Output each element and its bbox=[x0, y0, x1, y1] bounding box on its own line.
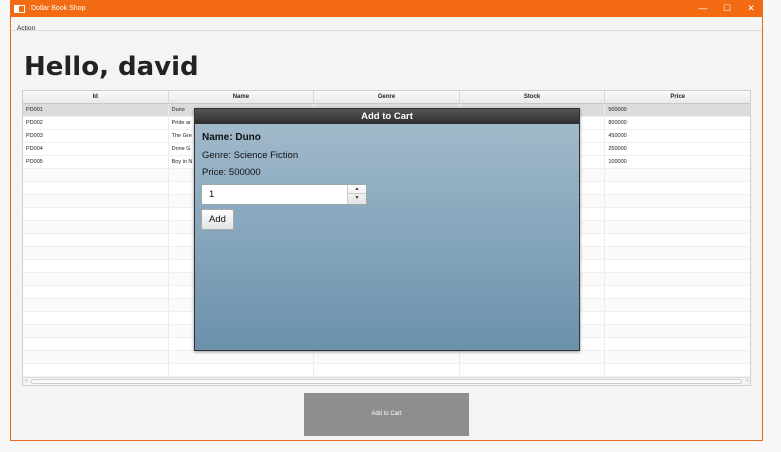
product-name-label: Name: Duno bbox=[202, 132, 261, 143]
maximize-button[interactable]: ☐ bbox=[715, 0, 739, 17]
empty-cell bbox=[605, 286, 750, 298]
add-button[interactable]: Add bbox=[201, 209, 234, 230]
window-controls: — ☐ ✕ bbox=[691, 0, 763, 17]
empty-cell bbox=[169, 364, 315, 376]
empty-cell bbox=[23, 247, 169, 259]
product-price-label: Price: 500000 bbox=[202, 167, 261, 178]
scrollbar-thumb[interactable] bbox=[31, 379, 742, 384]
empty-cell bbox=[605, 312, 750, 324]
empty-cell bbox=[23, 195, 169, 207]
empty-cell bbox=[605, 247, 750, 259]
empty-cell bbox=[23, 169, 169, 181]
table-cell: PD003 bbox=[23, 130, 169, 142]
empty-cell bbox=[23, 338, 169, 350]
empty-cell bbox=[23, 234, 169, 246]
table-cell: 100000 bbox=[608, 159, 627, 165]
table-cell: 500000 bbox=[608, 107, 627, 113]
empty-cell bbox=[605, 169, 750, 181]
empty-cell bbox=[23, 221, 169, 233]
empty-cell bbox=[23, 351, 169, 363]
product-genre-label: Genre: Science Fiction bbox=[202, 150, 299, 161]
menu-action[interactable]: Action bbox=[11, 22, 41, 35]
table-cell: 250000 bbox=[608, 146, 627, 152]
empty-cell bbox=[23, 286, 169, 298]
table-header: Id Name Genre Stock Price bbox=[23, 91, 750, 104]
increment-arrow-icon[interactable]: ▲ bbox=[348, 185, 366, 194]
minimize-button[interactable]: — bbox=[691, 0, 715, 17]
empty-cell bbox=[605, 234, 750, 246]
empty-cell bbox=[605, 299, 750, 311]
add-to-cart-button[interactable]: Add to Cart bbox=[304, 393, 469, 436]
empty-cell bbox=[169, 351, 315, 363]
table-cell: 450000 bbox=[608, 133, 627, 139]
table-cell: PD005 bbox=[23, 156, 169, 168]
app-icon bbox=[14, 4, 25, 13]
empty-table-row bbox=[23, 351, 750, 364]
empty-cell bbox=[23, 312, 169, 324]
quantity-stepper: ▲ ▼ bbox=[201, 184, 367, 205]
empty-cell bbox=[460, 351, 606, 363]
empty-cell bbox=[605, 325, 750, 337]
column-header-genre[interactable]: Genre bbox=[314, 91, 460, 103]
spinner-buttons: ▲ ▼ bbox=[347, 185, 366, 204]
greeting-heading: Hello, david bbox=[24, 52, 199, 82]
empty-cell bbox=[23, 299, 169, 311]
column-header-name[interactable]: Name bbox=[169, 91, 315, 103]
scroll-left-arrow[interactable]: ‹ bbox=[25, 378, 27, 385]
empty-cell bbox=[605, 364, 750, 376]
empty-cell bbox=[605, 182, 750, 194]
table-cell: 800000 bbox=[608, 120, 627, 126]
empty-cell bbox=[605, 273, 750, 285]
horizontal-scrollbar[interactable]: ‹ › bbox=[23, 377, 750, 385]
column-header-stock[interactable]: Stock bbox=[460, 91, 606, 103]
close-button[interactable]: ✕ bbox=[739, 0, 763, 17]
empty-cell bbox=[605, 221, 750, 233]
empty-cell bbox=[314, 364, 460, 376]
scroll-right-arrow[interactable]: › bbox=[746, 378, 748, 385]
empty-cell bbox=[23, 260, 169, 272]
column-header-id[interactable]: Id bbox=[23, 91, 169, 103]
table-cell: PD004 bbox=[23, 143, 169, 155]
quantity-input[interactable] bbox=[202, 185, 348, 204]
decrement-arrow-icon[interactable]: ▼ bbox=[348, 194, 366, 203]
empty-table-row bbox=[23, 364, 750, 377]
empty-cell bbox=[605, 351, 750, 363]
empty-cell bbox=[23, 325, 169, 337]
window-title: Dollar Book Shop bbox=[31, 5, 86, 12]
table-cell: PD002 bbox=[23, 117, 169, 129]
empty-cell bbox=[314, 351, 460, 363]
menu-bar: Action bbox=[11, 17, 762, 32]
dialog-title: Add to Cart bbox=[195, 109, 579, 124]
table-cell: PD001 bbox=[23, 104, 169, 116]
column-header-price[interactable]: Price bbox=[605, 91, 750, 103]
empty-cell bbox=[23, 273, 169, 285]
empty-cell bbox=[605, 260, 750, 272]
empty-cell bbox=[460, 364, 606, 376]
empty-cell bbox=[605, 195, 750, 207]
empty-cell bbox=[23, 208, 169, 220]
title-bar: Dollar Book Shop — ☐ ✕ bbox=[10, 0, 763, 17]
add-to-cart-dialog: Add to Cart Name: Duno Genre: Science Fi… bbox=[194, 108, 580, 351]
empty-cell bbox=[23, 182, 169, 194]
empty-cell bbox=[23, 364, 169, 376]
empty-cell bbox=[605, 208, 750, 220]
empty-cell bbox=[605, 338, 750, 350]
